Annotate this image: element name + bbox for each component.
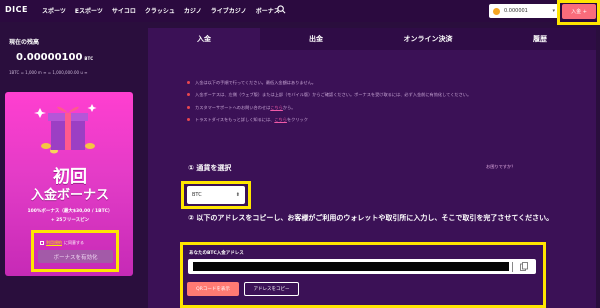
help-link[interactable]: お困りですか？	[486, 164, 515, 170]
tab-history[interactable]: 履歴	[484, 28, 596, 50]
wallet-selector[interactable]: 0.000001 ▾	[489, 4, 559, 18]
deposit-button[interactable]: 入金 +	[562, 4, 596, 19]
note-item: 入金ボーナスは、左側（ウェブ版）または上部（モバイル版）からご確認ください。ボー…	[187, 92, 471, 98]
balance-unit: BTC	[84, 56, 94, 61]
nav-casino[interactable]: カジノ	[184, 6, 202, 15]
nav-crash[interactable]: クラッシュ	[145, 6, 175, 15]
note-suffix: をクリック	[286, 116, 308, 122]
deposit-notes: 入金は以下の手順で行ってください。最低入金額はありません。 入金ボーナスは、左側…	[187, 80, 471, 129]
terms-suffix: に同意する	[64, 240, 84, 245]
chevron-updown-icon: ⬍	[235, 192, 240, 198]
note-text: トラストダイスをもっと詳しく知るには、	[195, 116, 275, 122]
promo-title-bonus: 入金ボーナス	[30, 188, 109, 203]
search-icon[interactable]	[277, 5, 286, 14]
note-item: トラストダイスをもっと詳しく知るには、こちらをクリック	[187, 117, 471, 123]
main-nav: スポーツ Eスポーツ サイコロ クラッシュ カジノ ライブカジノ ボーナス	[42, 6, 280, 15]
note-suffix: から。	[282, 104, 296, 110]
note-text: 入金は以下の手順で行ってください。最低入金額はありません。	[195, 80, 316, 85]
nav-sports[interactable]: スポーツ	[42, 6, 66, 15]
terms-checkbox[interactable]	[40, 241, 44, 245]
note-item: 入金は以下の手順で行ってください。最低入金額はありません。	[187, 80, 471, 86]
address-redacted	[193, 262, 509, 271]
copy-address-button[interactable]: アドレスをコピー	[244, 282, 299, 296]
trustdice-info-link[interactable]: こちら	[274, 117, 287, 122]
brand-logo[interactable]: DICE	[5, 5, 28, 14]
promo-detail: 100%ボーナス（最大$30,00 / 1BTC）	[27, 209, 113, 214]
activate-bonus-button[interactable]: ボーナスを有効化	[38, 250, 113, 263]
terms-agreement: 利用規約 に同意する	[40, 240, 84, 246]
wallet-amount: 0.000001	[504, 8, 528, 14]
bitcoin-icon	[493, 7, 500, 15]
balance-amount: 0.00000100	[16, 52, 83, 63]
nav-esports[interactable]: Eスポーツ	[75, 6, 103, 15]
field-divider	[512, 262, 513, 272]
support-link[interactable]: こちら	[270, 105, 283, 110]
step1-heading: ① 通貨を選択	[188, 164, 232, 172]
tab-withdraw[interactable]: 出金	[260, 28, 372, 50]
tab-deposit[interactable]: 入金	[148, 28, 260, 50]
balance-conversion: 1BTC = 1,000 m ≡ = 1,000,000.00 u ≡	[9, 70, 88, 75]
currency-select[interactable]: BTC ⬍	[187, 186, 245, 204]
terms-link[interactable]: 利用規約	[46, 240, 62, 246]
note-item: カスタマーサポートへのお問い合わせはこちらから。	[187, 105, 471, 111]
tab-online-payment[interactable]: オンライン決済	[372, 28, 484, 50]
nav-dice[interactable]: サイコロ	[112, 6, 136, 15]
address-label: あなたのBTC入金アドレス	[189, 251, 244, 256]
note-text: 入金ボーナスは、左側（ウェブ版）または上部（モバイル版）からご確認ください。ボー…	[195, 92, 472, 98]
promo-free-spins: + 25フリースピン	[50, 218, 90, 223]
copy-icon[interactable]	[520, 262, 528, 271]
chevron-down-icon: ▾	[552, 8, 555, 14]
balance-value: 0.00000100 BTC	[16, 52, 93, 63]
cashier-tabs: 入金 出金 オンライン決済 履歴	[148, 28, 596, 50]
note-text: カスタマーサポートへのお問い合わせは	[195, 104, 271, 110]
balance-label: 現在の残高	[9, 39, 40, 46]
nav-live-casino[interactable]: ライブカジノ	[211, 6, 247, 15]
show-qr-button[interactable]: QRコードを表示	[187, 282, 239, 296]
step2-heading: ② 以下のアドレスをコピーし、お客様がご利用のウォレットや取引所に入力し、そこで…	[188, 214, 554, 222]
top-nav-bar: DICE スポーツ Eスポーツ サイコロ クラッシュ カジノ ライブカジノ ボー…	[0, 0, 600, 22]
currency-value: BTC	[192, 192, 202, 198]
gift-box-icon	[34, 104, 97, 154]
